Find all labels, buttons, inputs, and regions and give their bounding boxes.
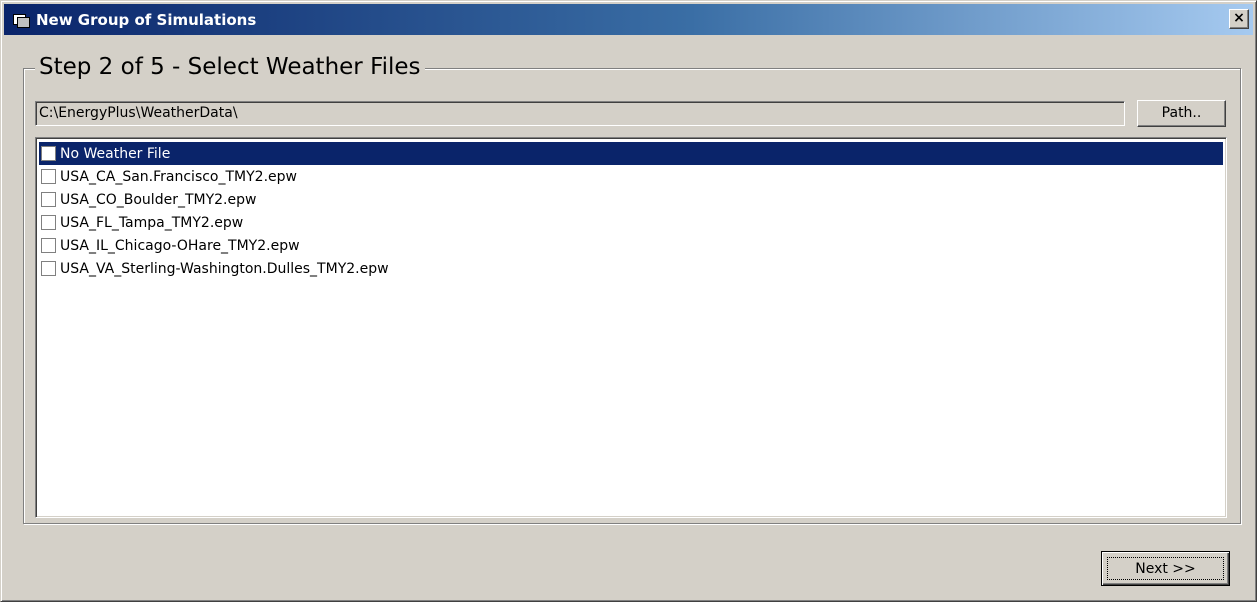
weather-file-list[interactable]: No Weather File USA_CA_San.Francisco_TMY2… (35, 137, 1227, 518)
checkbox[interactable] (41, 146, 56, 161)
checkbox[interactable] (41, 192, 56, 207)
checkbox[interactable] (41, 261, 56, 276)
path-button[interactable]: Path.. (1137, 100, 1226, 127)
weather-path-field[interactable]: C:\EnergyPlus\WeatherData\ (35, 101, 1125, 126)
close-icon: × (1233, 10, 1245, 26)
weather-file-label: No Weather File (60, 145, 171, 162)
title-bar[interactable]: New Group of Simulations × (4, 4, 1253, 35)
checkbox[interactable] (41, 169, 56, 184)
app-window-icon (12, 12, 30, 28)
window-title: New Group of Simulations (36, 10, 257, 29)
weather-file-label: USA_CO_Boulder_TMY2.epw (60, 191, 257, 208)
weather-file-item[interactable]: USA_FL_Tampa_TMY2.epw (39, 211, 1223, 234)
step-heading: Step 2 of 5 - Select Weather Files (35, 53, 425, 81)
weather-file-label: USA_FL_Tampa_TMY2.epw (60, 214, 244, 231)
weather-file-item[interactable]: USA_VA_Sterling-Washington.Dulles_TMY2.e… (39, 257, 1223, 280)
checkbox[interactable] (41, 215, 56, 230)
dialog-window: New Group of Simulations × Step 2 of 5 -… (0, 0, 1257, 602)
weather-file-item[interactable]: USA_CO_Boulder_TMY2.epw (39, 188, 1223, 211)
weather-file-label: USA_CA_San.Francisco_TMY2.epw (60, 168, 297, 185)
weather-file-label: USA_VA_Sterling-Washington.Dulles_TMY2.e… (60, 260, 389, 277)
close-button[interactable]: × (1229, 9, 1249, 29)
weather-file-item[interactable]: USA_CA_San.Francisco_TMY2.epw (39, 165, 1223, 188)
checkbox[interactable] (41, 238, 56, 253)
next-button[interactable]: Next >> (1101, 551, 1230, 586)
focus-rectangle (1107, 557, 1224, 580)
weather-file-label: USA_IL_Chicago-OHare_TMY2.epw (60, 237, 300, 254)
weather-file-item[interactable]: No Weather File (39, 142, 1223, 165)
weather-file-item[interactable]: USA_IL_Chicago-OHare_TMY2.epw (39, 234, 1223, 257)
